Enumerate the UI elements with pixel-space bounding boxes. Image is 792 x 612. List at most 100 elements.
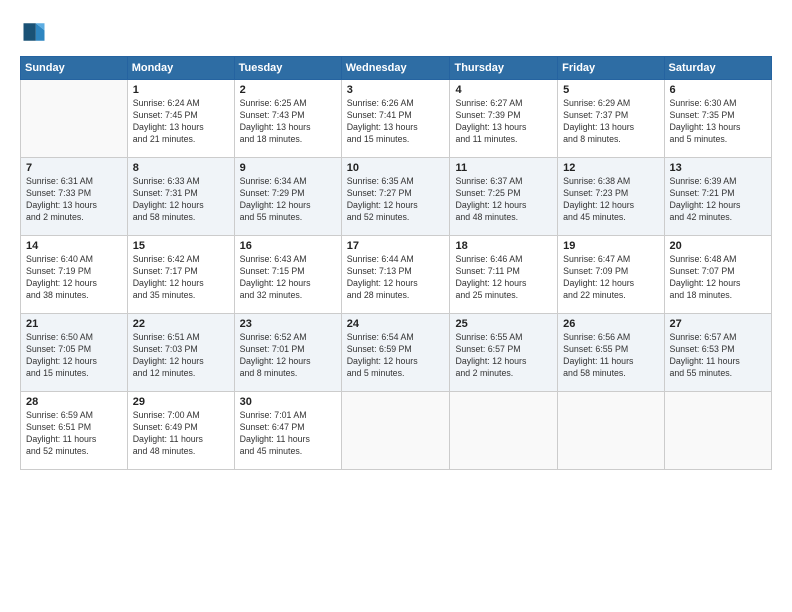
day-info: Sunrise: 6:34 AM Sunset: 7:29 PM Dayligh…: [240, 176, 336, 224]
day-info: Sunrise: 6:54 AM Sunset: 6:59 PM Dayligh…: [347, 332, 445, 380]
calendar-cell: 23 Sunrise: 6:52 AM Sunset: 7:01 PM Dayli…: [234, 314, 341, 392]
calendar-cell: 11 Sunrise: 6:37 AM Sunset: 7:25 PM Dayli…: [450, 158, 558, 236]
day-info: Sunrise: 6:30 AM Sunset: 7:35 PM Dayligh…: [670, 98, 766, 146]
calendar-cell: 2Sunrise: 6:25 AM Sunset: 7:43 PM Daylig…: [234, 80, 341, 158]
calendar-week-4: 21 Sunrise: 6:50 AM Sunset: 7:05 PM Dayli…: [21, 314, 772, 392]
day-info: Sunrise: 6:43 AM Sunset: 7:15 PM Dayligh…: [240, 254, 336, 302]
calendar-week-2: 7Sunrise: 6:31 AM Sunset: 7:33 PM Daylig…: [21, 158, 772, 236]
calendar-cell: 1Sunrise: 6:24 AM Sunset: 7:45 PM Daylig…: [127, 80, 234, 158]
day-number: 25: [455, 318, 552, 330]
day-info: Sunrise: 6:24 AM Sunset: 7:45 PM Dayligh…: [133, 98, 229, 146]
calendar-cell: [450, 392, 558, 470]
calendar-cell: [341, 392, 450, 470]
calendar-cell: 18Sunrise: 6:46 AM Sunset: 7:11 PM Dayli…: [450, 236, 558, 314]
col-header-monday: Monday: [127, 57, 234, 80]
calendar-week-1: 1Sunrise: 6:24 AM Sunset: 7:45 PM Daylig…: [21, 80, 772, 158]
calendar-cell: 24 Sunrise: 6:54 AM Sunset: 6:59 PM Dayli…: [341, 314, 450, 392]
calendar-cell: 22Sunrise: 6:51 AM Sunset: 7:03 PM Dayli…: [127, 314, 234, 392]
col-header-saturday: Saturday: [664, 57, 771, 80]
day-number: 10: [347, 162, 445, 174]
day-number: 19: [563, 240, 658, 252]
day-number: 18: [455, 240, 552, 252]
day-number: 5: [563, 84, 658, 96]
day-number: 27: [670, 318, 766, 330]
calendar-cell: 14 Sunrise: 6:40 AM Sunset: 7:19 PM Dayli…: [21, 236, 128, 314]
calendar-cell: 19 Sunrise: 6:47 AM Sunset: 7:09 PM Dayli…: [558, 236, 664, 314]
calendar-cell: 27 Sunrise: 6:57 AM Sunset: 6:53 PM Dayli…: [664, 314, 771, 392]
logo: [20, 18, 52, 46]
day-number: 9: [240, 162, 336, 174]
calendar-cell: 13 Sunrise: 6:39 AM Sunset: 7:21 PM Dayli…: [664, 158, 771, 236]
day-info: Sunrise: 6:51 AM Sunset: 7:03 PM Dayligh…: [133, 332, 229, 380]
calendar-cell: 4 Sunrise: 6:27 AM Sunset: 7:39 PM Daylig…: [450, 80, 558, 158]
day-number: 30: [240, 396, 336, 408]
day-info: Sunrise: 6:29 AM Sunset: 7:37 PM Dayligh…: [563, 98, 658, 146]
header: [20, 18, 772, 46]
calendar-table: SundayMondayTuesdayWednesdayThursdayFrid…: [20, 56, 772, 470]
day-info: Sunrise: 6:59 AM Sunset: 6:51 PM Dayligh…: [26, 410, 122, 458]
calendar-cell: 20 Sunrise: 6:48 AM Sunset: 7:07 PM Dayli…: [664, 236, 771, 314]
calendar-cell: 7Sunrise: 6:31 AM Sunset: 7:33 PM Daylig…: [21, 158, 128, 236]
calendar-week-5: 28Sunrise: 6:59 AM Sunset: 6:51 PM Dayli…: [21, 392, 772, 470]
day-info: Sunrise: 6:57 AM Sunset: 6:53 PM Dayligh…: [670, 332, 766, 380]
day-info: Sunrise: 6:37 AM Sunset: 7:25 PM Dayligh…: [455, 176, 552, 224]
calendar-cell: 26 Sunrise: 6:56 AM Sunset: 6:55 PM Dayli…: [558, 314, 664, 392]
day-info: Sunrise: 6:47 AM Sunset: 7:09 PM Dayligh…: [563, 254, 658, 302]
day-number: 23: [240, 318, 336, 330]
day-number: 4: [455, 84, 552, 96]
day-info: Sunrise: 6:26 AM Sunset: 7:41 PM Dayligh…: [347, 98, 445, 146]
page: SundayMondayTuesdayWednesdayThursdayFrid…: [0, 0, 792, 612]
calendar-cell: 28Sunrise: 6:59 AM Sunset: 6:51 PM Dayli…: [21, 392, 128, 470]
calendar-cell: 12Sunrise: 6:38 AM Sunset: 7:23 PM Dayli…: [558, 158, 664, 236]
calendar-cell: 3 Sunrise: 6:26 AM Sunset: 7:41 PM Daylig…: [341, 80, 450, 158]
day-number: 11: [455, 162, 552, 174]
calendar-cell: 21 Sunrise: 6:50 AM Sunset: 7:05 PM Dayli…: [21, 314, 128, 392]
col-header-thursday: Thursday: [450, 57, 558, 80]
calendar-cell: 17 Sunrise: 6:44 AM Sunset: 7:13 PM Dayli…: [341, 236, 450, 314]
col-header-wednesday: Wednesday: [341, 57, 450, 80]
day-info: Sunrise: 6:31 AM Sunset: 7:33 PM Dayligh…: [26, 176, 122, 224]
day-of-week-row: SundayMondayTuesdayWednesdayThursdayFrid…: [21, 57, 772, 80]
calendar-cell: 15 Sunrise: 6:42 AM Sunset: 7:17 PM Dayli…: [127, 236, 234, 314]
day-info: Sunrise: 6:33 AM Sunset: 7:31 PM Dayligh…: [133, 176, 229, 224]
day-number: 6: [670, 84, 766, 96]
day-info: Sunrise: 6:38 AM Sunset: 7:23 PM Dayligh…: [563, 176, 658, 224]
day-number: 24: [347, 318, 445, 330]
col-header-sunday: Sunday: [21, 57, 128, 80]
day-info: Sunrise: 6:48 AM Sunset: 7:07 PM Dayligh…: [670, 254, 766, 302]
calendar-cell: 16 Sunrise: 6:43 AM Sunset: 7:15 PM Dayli…: [234, 236, 341, 314]
calendar-cell: 6 Sunrise: 6:30 AM Sunset: 7:35 PM Daylig…: [664, 80, 771, 158]
day-number: 17: [347, 240, 445, 252]
day-number: 21: [26, 318, 122, 330]
calendar-cell: 25 Sunrise: 6:55 AM Sunset: 6:57 PM Dayli…: [450, 314, 558, 392]
day-number: 13: [670, 162, 766, 174]
logo-icon: [20, 18, 48, 46]
calendar-cell: 30 Sunrise: 7:01 AM Sunset: 6:47 PM Dayli…: [234, 392, 341, 470]
day-number: 20: [670, 240, 766, 252]
calendar-cell: 10Sunrise: 6:35 AM Sunset: 7:27 PM Dayli…: [341, 158, 450, 236]
calendar-cell: [21, 80, 128, 158]
day-info: Sunrise: 6:50 AM Sunset: 7:05 PM Dayligh…: [26, 332, 122, 380]
col-header-tuesday: Tuesday: [234, 57, 341, 80]
col-header-friday: Friday: [558, 57, 664, 80]
day-number: 15: [133, 240, 229, 252]
day-number: 26: [563, 318, 658, 330]
calendar-cell: 8 Sunrise: 6:33 AM Sunset: 7:31 PM Daylig…: [127, 158, 234, 236]
day-info: Sunrise: 6:55 AM Sunset: 6:57 PM Dayligh…: [455, 332, 552, 380]
day-info: Sunrise: 6:44 AM Sunset: 7:13 PM Dayligh…: [347, 254, 445, 302]
day-number: 8: [133, 162, 229, 174]
calendar-week-3: 14 Sunrise: 6:40 AM Sunset: 7:19 PM Dayli…: [21, 236, 772, 314]
calendar-cell: 29Sunrise: 7:00 AM Sunset: 6:49 PM Dayli…: [127, 392, 234, 470]
day-info: Sunrise: 6:42 AM Sunset: 7:17 PM Dayligh…: [133, 254, 229, 302]
calendar-cell: [664, 392, 771, 470]
day-info: Sunrise: 7:01 AM Sunset: 6:47 PM Dayligh…: [240, 410, 336, 458]
day-info: Sunrise: 6:27 AM Sunset: 7:39 PM Dayligh…: [455, 98, 552, 146]
day-info: Sunrise: 6:52 AM Sunset: 7:01 PM Dayligh…: [240, 332, 336, 380]
day-number: 3: [347, 84, 445, 96]
day-number: 14: [26, 240, 122, 252]
day-number: 16: [240, 240, 336, 252]
day-info: Sunrise: 6:56 AM Sunset: 6:55 PM Dayligh…: [563, 332, 658, 380]
calendar-cell: 9 Sunrise: 6:34 AM Sunset: 7:29 PM Daylig…: [234, 158, 341, 236]
day-info: Sunrise: 6:40 AM Sunset: 7:19 PM Dayligh…: [26, 254, 122, 302]
day-info: Sunrise: 6:39 AM Sunset: 7:21 PM Dayligh…: [670, 176, 766, 224]
